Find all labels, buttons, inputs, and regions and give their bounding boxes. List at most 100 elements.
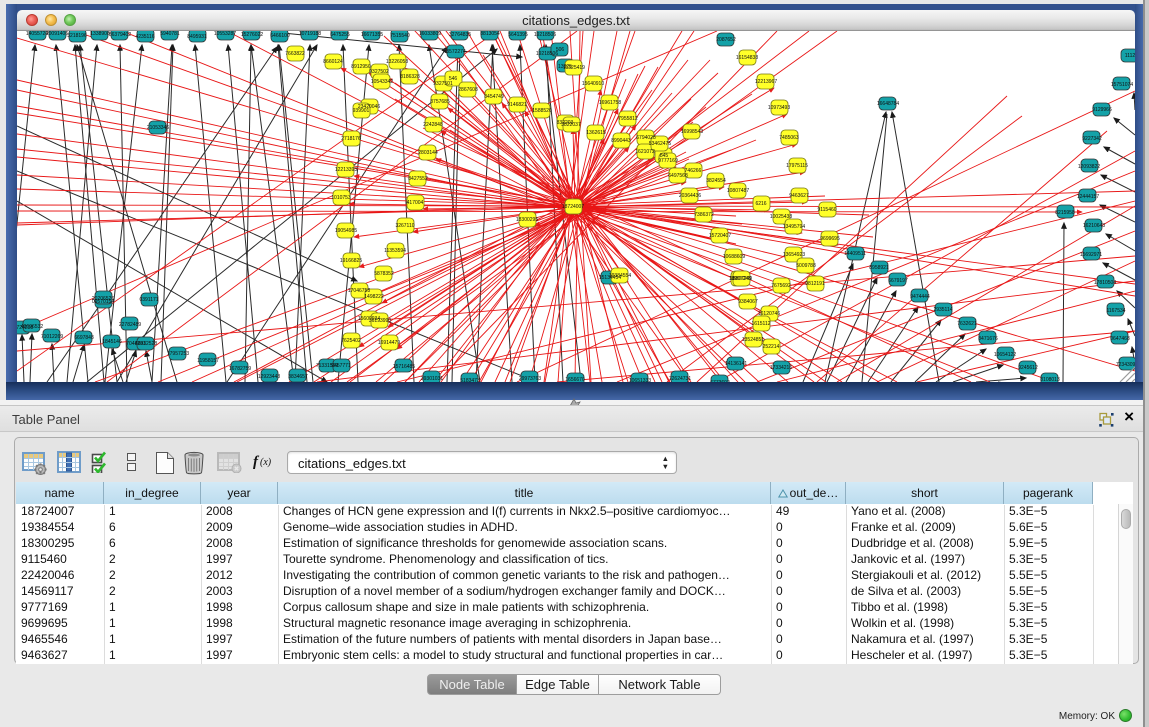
svg-text:2242848: 2242848 bbox=[423, 122, 443, 128]
svg-text:17334216: 17334216 bbox=[770, 365, 792, 371]
svg-text:8912950: 8912950 bbox=[351, 64, 371, 70]
svg-text:7386372: 7386372 bbox=[694, 212, 714, 218]
svg-text:6466100: 6466100 bbox=[270, 33, 290, 39]
svg-text:8427552: 8427552 bbox=[408, 176, 428, 182]
svg-text:7485063: 7485063 bbox=[779, 135, 799, 141]
svg-text:2935114: 2935114 bbox=[933, 307, 952, 313]
svg-text:19166825: 19166825 bbox=[340, 258, 362, 264]
svg-text:1845146: 1845146 bbox=[102, 339, 122, 345]
svg-text:7515540: 7515540 bbox=[390, 33, 410, 39]
svg-text:21053346: 21053346 bbox=[147, 125, 169, 131]
svg-text:7632621: 7632621 bbox=[957, 321, 977, 327]
svg-text:9474444: 9474444 bbox=[910, 294, 930, 300]
svg-text:9384067: 9384067 bbox=[738, 299, 758, 305]
svg-text:6216: 6216 bbox=[755, 201, 766, 207]
svg-text:16120746: 16120746 bbox=[758, 311, 780, 317]
svg-text:86379402: 86379402 bbox=[109, 32, 131, 38]
svg-text:6679197: 6679197 bbox=[888, 278, 908, 284]
svg-text:17975115: 17975115 bbox=[786, 163, 808, 169]
svg-text:19054985: 19054985 bbox=[335, 228, 357, 234]
svg-text:16961758: 16961758 bbox=[599, 100, 621, 106]
svg-text:10654122: 10654122 bbox=[994, 352, 1016, 358]
svg-text:5009788: 5009788 bbox=[796, 263, 816, 269]
svg-text:13226058: 13226058 bbox=[386, 59, 408, 65]
svg-text:8186328: 8186328 bbox=[400, 74, 420, 80]
svg-text:10807487: 10807487 bbox=[727, 188, 749, 194]
svg-text:8454749: 8454749 bbox=[484, 94, 504, 100]
svg-text:10543342: 10543342 bbox=[371, 79, 393, 85]
svg-text:8495931: 8495931 bbox=[187, 34, 207, 40]
svg-text:1656670: 1656670 bbox=[565, 377, 585, 382]
svg-text:0647468: 0647468 bbox=[1110, 336, 1130, 342]
svg-text:16154838: 16154838 bbox=[736, 55, 758, 61]
svg-text:8660124: 8660124 bbox=[323, 59, 343, 65]
svg-text:5940781: 5940781 bbox=[160, 31, 180, 37]
svg-text:15751074: 15751074 bbox=[1111, 82, 1133, 88]
svg-text:1621072: 1621072 bbox=[635, 149, 655, 155]
svg-text:10719188: 10719188 bbox=[299, 31, 321, 37]
svg-text:8990443: 8990443 bbox=[611, 138, 631, 144]
svg-text:15276022: 15276022 bbox=[241, 32, 263, 38]
svg-text:252214: 252214 bbox=[763, 344, 780, 350]
svg-text:20364436: 20364436 bbox=[679, 193, 701, 199]
svg-text:7663822: 7663822 bbox=[285, 51, 305, 57]
svg-text:506: 506 bbox=[556, 47, 565, 53]
svg-text:10688609: 10688609 bbox=[723, 254, 745, 260]
svg-text:6773602: 6773602 bbox=[710, 380, 730, 382]
svg-text:2867608: 2867608 bbox=[458, 87, 478, 93]
svg-text:6697848: 6697848 bbox=[74, 335, 94, 341]
svg-text:1362615: 1362615 bbox=[586, 130, 606, 136]
svg-text:14409511: 14409511 bbox=[844, 251, 866, 257]
svg-text:13495794: 13495794 bbox=[783, 224, 805, 230]
svg-text:10553287: 10553287 bbox=[214, 31, 236, 37]
svg-text:15640910: 15640910 bbox=[582, 81, 604, 87]
svg-text:10651333: 10651333 bbox=[629, 378, 651, 382]
svg-text:9777169: 9777169 bbox=[658, 158, 678, 164]
svg-text:16033809: 16033809 bbox=[419, 31, 441, 37]
svg-text:18300295: 18300295 bbox=[516, 217, 538, 223]
svg-text:11353594: 11353594 bbox=[384, 248, 406, 254]
svg-text:3822037: 3822037 bbox=[561, 122, 581, 128]
svg-text:9699695: 9699695 bbox=[820, 236, 840, 242]
svg-text:3572274: 3572274 bbox=[446, 49, 466, 55]
svg-text:3834657: 3834657 bbox=[288, 374, 308, 380]
svg-text:2803144: 2803144 bbox=[418, 150, 438, 156]
svg-text:15692971: 15692971 bbox=[1080, 252, 1102, 258]
svg-text:8215958: 8215958 bbox=[1055, 210, 1075, 216]
svg-text:1588520: 1588520 bbox=[532, 108, 552, 114]
svg-text:16671355: 16671355 bbox=[361, 32, 383, 38]
svg-text:939901: 939901 bbox=[353, 108, 370, 114]
svg-text:2087652: 2087652 bbox=[716, 37, 736, 43]
svg-text:1010753: 1010753 bbox=[331, 195, 351, 201]
svg-text:(x): (x) bbox=[260, 457, 272, 468]
svg-text:7955812: 7955812 bbox=[618, 116, 638, 122]
svg-text:9115460: 9115460 bbox=[817, 207, 836, 213]
svg-text:71012269: 71012269 bbox=[41, 334, 63, 340]
svg-text:18807249: 18807249 bbox=[730, 276, 752, 282]
svg-text:9129966: 9129966 bbox=[1092, 107, 1112, 113]
svg-text:746266: 746266 bbox=[685, 168, 702, 174]
svg-text:10973493: 10973493 bbox=[768, 105, 790, 111]
svg-text:8813054: 8813054 bbox=[480, 31, 500, 37]
svg-text:8108013: 8108013 bbox=[1040, 377, 1060, 382]
svg-text:16998543: 16998543 bbox=[681, 129, 703, 135]
svg-text:7675692: 7675692 bbox=[771, 283, 791, 289]
svg-text:20206526: 20206526 bbox=[92, 296, 114, 302]
svg-text:8958921: 8958921 bbox=[869, 265, 889, 271]
svg-text:12093822: 12093822 bbox=[1078, 164, 1100, 170]
svg-text:2718176: 2718176 bbox=[341, 136, 361, 142]
svg-text:9227342: 9227342 bbox=[1082, 136, 1102, 142]
svg-text:16648784: 16648784 bbox=[877, 101, 899, 107]
svg-text:7625402: 7625402 bbox=[341, 338, 361, 344]
svg-text:1498222: 1498222 bbox=[364, 294, 384, 300]
svg-text:29973763: 29973763 bbox=[519, 376, 541, 382]
svg-text:12213393: 12213393 bbox=[335, 167, 357, 173]
svg-text:3267110: 3267110 bbox=[395, 223, 414, 229]
svg-text:36193990: 36193990 bbox=[369, 318, 391, 324]
svg-text:12213967: 12213967 bbox=[755, 79, 777, 85]
svg-text:9463627: 9463627 bbox=[789, 193, 809, 199]
svg-text:15720407: 15720407 bbox=[709, 233, 731, 239]
svg-text:13524851: 13524851 bbox=[742, 337, 764, 343]
svg-text:19218506: 19218506 bbox=[534, 32, 556, 38]
svg-text:18724007: 18724007 bbox=[562, 204, 584, 210]
